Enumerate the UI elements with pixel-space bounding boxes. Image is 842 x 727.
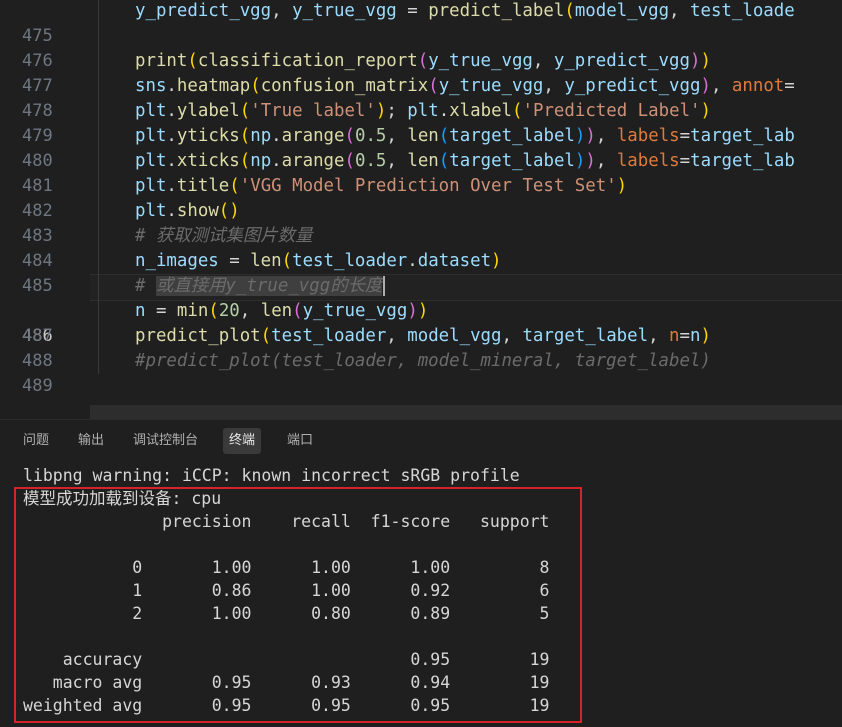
code-text[interactable]: sns.heatmap(confusion_matrix(y_true_vgg,… — [135, 74, 795, 99]
code-line-481[interactable]: 481 plt.xticks(np.arange(0.5, len(target… — [0, 149, 842, 196]
terminal-line: libpng warning: iCCP: known incorrect sR… — [23, 466, 520, 485]
code-text[interactable]: n_images = len(test_loader.dataset) — [135, 249, 502, 274]
code-line-482[interactable]: 482 plt.title('VGG Model Prediction Over… — [0, 174, 842, 221]
indent-guide — [98, 124, 99, 149]
code-text[interactable]: plt.yticks(np.arange(0.5, len(target_lab… — [135, 124, 795, 149]
indent-guide — [98, 74, 99, 99]
indent-guide — [98, 299, 99, 324]
code-text[interactable]: print(classification_report(y_true_vgg, … — [135, 49, 711, 74]
code-text[interactable]: plt.xticks(np.arange(0.5, len(target_lab… — [135, 149, 795, 174]
indent-guide — [98, 249, 99, 274]
code-editor[interactable]: 475 y_predict_vgg, y_true_vgg = predict_… — [0, 0, 842, 405]
indent-guide — [98, 24, 99, 49]
panel-tab-bar: 问题 输出 调试控制台 终端 端口 — [0, 420, 842, 460]
code-text[interactable]: n = min(20, len(y_true_vgg)) — [135, 299, 428, 324]
code-text[interactable]: plt.show() — [135, 199, 240, 224]
code-line-477[interactable]: 477 print(classification_report(y_true_v… — [0, 49, 842, 96]
code-line-487[interactable]: 487 n = min(20, len(y_true_vgg)) — [0, 299, 842, 346]
horizontal-scrollbar[interactable] — [90, 405, 842, 419]
code-line-479[interactable]: 479 plt.ylabel('True label'); plt.xlabel… — [0, 99, 842, 146]
code-line-476[interactable]: 476 — [0, 24, 842, 71]
code-line-475[interactable]: 475 y_predict_vgg, y_true_vgg = predict_… — [0, 0, 842, 46]
code-line-483[interactable]: 483 plt.show() — [0, 199, 842, 246]
code-line-488[interactable]: 488 predict_plot(test_loader, model_vgg,… — [0, 324, 842, 371]
code-text[interactable]: plt.title('VGG Model Prediction Over Tes… — [135, 174, 627, 199]
code-line-480[interactable]: 480 plt.yticks(np.arange(0.5, len(target… — [0, 124, 842, 171]
selected-text[interactable]: 或直接用y_true_vgg的长度 — [155, 276, 383, 296]
code-text[interactable]: y_predict_vgg, y_true_vgg = predict_labe… — [135, 0, 795, 24]
line-number: 489 — [22, 376, 53, 396]
indent-guide — [98, 349, 99, 374]
code-text[interactable]: plt.ylabel('True label'); plt.xlabel('Pr… — [135, 99, 711, 124]
indent-guide — [98, 49, 99, 74]
tab-debug-console[interactable]: 调试控制台 — [127, 428, 204, 454]
indent-guide — [98, 224, 99, 249]
tab-terminal[interactable]: 终端 — [223, 428, 262, 454]
code-line-489[interactable]: 489 #predict_plot(test_loader, model_min… — [0, 349, 842, 396]
code-line-486[interactable]: 486 # 或直接用y_true_vgg的长度 — [0, 274, 842, 346]
tab-ports[interactable]: 端口 — [281, 428, 319, 454]
code-line-478[interactable]: 478 sns.heatmap(confusion_matrix(y_true_… — [0, 74, 842, 121]
text-cursor — [383, 276, 386, 296]
indent-guide — [98, 174, 99, 199]
tab-problems[interactable]: 问题 — [17, 428, 55, 454]
code-text[interactable]: #predict_plot(test_loader, model_mineral… — [135, 349, 711, 374]
code-text[interactable]: # 获取测试集图片数量 — [135, 224, 312, 249]
tab-output[interactable]: 输出 — [72, 428, 110, 454]
indent-guide — [98, 274, 99, 299]
indent-guide — [98, 199, 99, 224]
indent-guide — [98, 99, 99, 124]
indent-guide — [98, 324, 99, 349]
code-text[interactable]: # 或直接用y_true_vgg的长度 — [135, 274, 386, 299]
code-line-484[interactable]: 484 # 获取测试集图片数量 — [0, 224, 842, 271]
indent-guide — [98, 149, 99, 174]
code-text[interactable]: predict_plot(test_loader, model_vgg, tar… — [135, 324, 711, 349]
highlight-box — [14, 487, 582, 723]
indent-guide — [98, 0, 99, 24]
code-line-485[interactable]: 485 n_images = len(test_loader.dataset) — [0, 249, 842, 296]
